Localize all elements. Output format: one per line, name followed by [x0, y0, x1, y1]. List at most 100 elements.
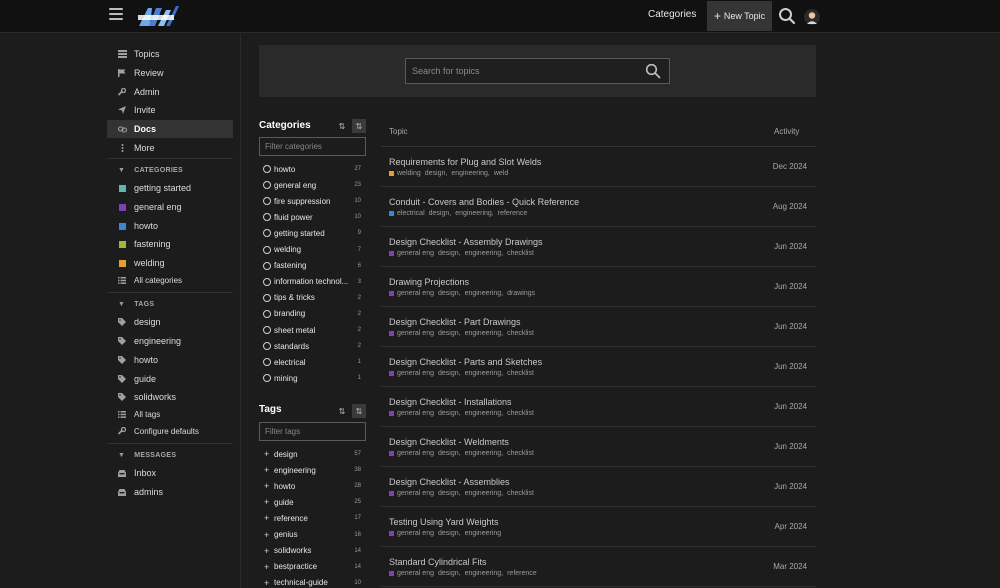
topic-tag[interactable]: design,	[438, 370, 461, 377]
tag-filter-item[interactable]: + guide 25	[263, 495, 363, 509]
tag-filter-item[interactable]: + solidworks 14	[263, 544, 363, 558]
topic-category[interactable]: general eng	[397, 530, 434, 537]
topic-title[interactable]: Design Checklist - Assembly Drawings	[389, 237, 543, 247]
topic-row[interactable]: Testing Using Yard Weights general eng des…	[381, 507, 816, 547]
plus-icon[interactable]: +	[264, 578, 270, 588]
topic-tag[interactable]: checklist	[507, 330, 534, 337]
radio-circle-icon[interactable]	[263, 245, 271, 254]
topic-row[interactable]: Design Checklist - Installations general …	[381, 387, 816, 427]
topic-title[interactable]: Drawing Projections	[389, 277, 469, 287]
topic-row[interactable]: Design Checklist - Parts and Sketches gen…	[381, 347, 816, 387]
filter-tags-input[interactable]	[259, 422, 366, 441]
tag-filter-item[interactable]: + technical-guide 10	[263, 576, 363, 588]
topic-tag[interactable]: design,	[438, 410, 461, 417]
topic-tag[interactable]: engineering,	[465, 330, 504, 337]
nav-categories-link[interactable]: Categories	[648, 9, 696, 20]
topic-title[interactable]: Design Checklist - Parts and Sketches	[389, 357, 542, 367]
radio-circle-icon[interactable]	[263, 326, 271, 334]
topic-tag[interactable]: engineering,	[465, 370, 504, 377]
topic-tag[interactable]: reference	[498, 210, 528, 217]
topic-category[interactable]: welding	[397, 170, 421, 177]
topic-row[interactable]: Design Checklist - Assemblies general eng…	[381, 467, 816, 507]
topic-row[interactable]: Design Checklist - Part Drawings general …	[381, 307, 816, 347]
plus-icon[interactable]: +	[264, 481, 270, 491]
sidebar-category-howto[interactable]: howto	[107, 217, 233, 235]
sidebar-item-invite[interactable]: Invite	[107, 101, 233, 119]
topic-category[interactable]: general eng	[397, 370, 434, 377]
sort-alpha-icon[interactable]: ⇅	[335, 119, 349, 133]
radio-circle-icon[interactable]	[263, 165, 271, 173]
tag-filter-item[interactable]: + howto 28	[263, 479, 363, 493]
sort-count-icon[interactable]: ⇅	[352, 404, 366, 418]
sidebar-section-tags[interactable]: ▼ TAGS	[107, 295, 233, 313]
topic-tag[interactable]: checklist	[507, 370, 534, 377]
user-avatar[interactable]	[804, 9, 820, 25]
topic-tag[interactable]: checklist	[507, 450, 534, 457]
sidebar-tag-design[interactable]: design	[107, 313, 233, 331]
topic-title[interactable]: Standard Cylindrical Fits	[389, 557, 487, 567]
sidebar-configure-defaults[interactable]: Configure defaults	[107, 422, 233, 440]
column-header-activity[interactable]: Activity	[774, 127, 799, 136]
sidebar-message-admins[interactable]: admins	[107, 483, 233, 501]
radio-circle-icon[interactable]	[263, 358, 271, 367]
plus-icon[interactable]: +	[264, 497, 270, 507]
sidebar-all-categories[interactable]: All categories	[107, 271, 233, 289]
topic-title[interactable]: Design Checklist - Assemblies	[389, 477, 510, 487]
sidebar-category-fastening[interactable]: fastening	[107, 235, 233, 253]
topic-row[interactable]: Requirements for Plug and Slot Welds weld…	[381, 147, 816, 187]
topic-title[interactable]: Conduit - Covers and Bodies - Quick Refe…	[389, 197, 579, 207]
sidebar-item-review[interactable]: Review	[107, 64, 233, 82]
sidebar-item-more[interactable]: More	[107, 139, 233, 157]
topic-tag[interactable]: engineering,	[465, 290, 504, 297]
filter-categories-input[interactable]	[259, 137, 366, 156]
sidebar-category-getting-started[interactable]: getting started	[107, 179, 233, 197]
topic-tag[interactable]: design,	[438, 490, 461, 497]
topic-tag[interactable]: engineering,	[465, 570, 504, 577]
category-filter-item[interactable]: tips & tricks 2	[263, 291, 363, 305]
topic-category[interactable]: general eng	[397, 570, 434, 577]
topic-category[interactable]: general eng	[397, 330, 434, 337]
sidebar-tag-solidworks[interactable]: solidworks	[107, 388, 233, 406]
topic-category[interactable]: general eng	[397, 410, 434, 417]
plus-icon[interactable]: +	[264, 530, 270, 540]
search-icon[interactable]	[778, 7, 796, 25]
topic-tag[interactable]: design,	[438, 250, 461, 257]
sidebar-all-tags[interactable]: All tags	[107, 405, 233, 423]
category-filter-item[interactable]: howto 27	[263, 162, 363, 176]
category-filter-item[interactable]: mining 1	[263, 371, 363, 385]
topic-tag[interactable]: reference	[507, 570, 537, 577]
radio-circle-icon[interactable]	[263, 197, 271, 206]
topic-tag[interactable]: drawings	[507, 290, 535, 297]
topic-tag[interactable]: engineering,	[465, 250, 504, 257]
radio-circle-icon[interactable]	[263, 261, 271, 270]
radio-circle-icon[interactable]	[263, 277, 271, 286]
topic-tag[interactable]: checklist	[507, 490, 534, 497]
category-filter-item[interactable]: welding 7	[263, 243, 363, 257]
topic-tag[interactable]: design,	[438, 290, 461, 297]
topic-title[interactable]: Design Checklist - Installations	[389, 397, 512, 407]
topic-row[interactable]: Conduit - Covers and Bodies - Quick Refe…	[381, 187, 816, 227]
topic-title[interactable]: Requirements for Plug and Slot Welds	[389, 157, 541, 167]
topic-tag[interactable]: design,	[438, 530, 461, 537]
plus-icon[interactable]: +	[264, 513, 270, 523]
sidebar-category-general-eng[interactable]: general eng	[107, 198, 233, 216]
topic-tag[interactable]: checklist	[507, 250, 534, 257]
plus-icon[interactable]: +	[264, 546, 270, 556]
topic-tag[interactable]: engineering,	[455, 210, 494, 217]
topic-category[interactable]: general eng	[397, 250, 434, 257]
radio-circle-icon[interactable]	[263, 374, 271, 383]
topic-category[interactable]: general eng	[397, 450, 434, 457]
topic-row[interactable]: Drawing Projections general eng design, eng…	[381, 267, 816, 307]
topic-row[interactable]: Design Checklist - Weldments general eng d…	[381, 427, 816, 467]
tag-filter-item[interactable]: + reference 17	[263, 511, 363, 525]
radio-circle-icon[interactable]	[263, 342, 271, 351]
radio-circle-icon[interactable]	[263, 309, 271, 318]
radio-circle-icon[interactable]	[263, 229, 271, 238]
topic-tag[interactable]: engineering,	[465, 410, 504, 417]
radio-circle-icon[interactable]	[263, 213, 271, 222]
tag-filter-item[interactable]: + design 57	[263, 447, 363, 461]
new-topic-button[interactable]: + New Topic	[707, 1, 772, 31]
sidebar-tag-engineering[interactable]: engineering	[107, 332, 233, 350]
topic-tag[interactable]: engineering,	[465, 450, 504, 457]
topic-tag[interactable]: checklist	[507, 410, 534, 417]
